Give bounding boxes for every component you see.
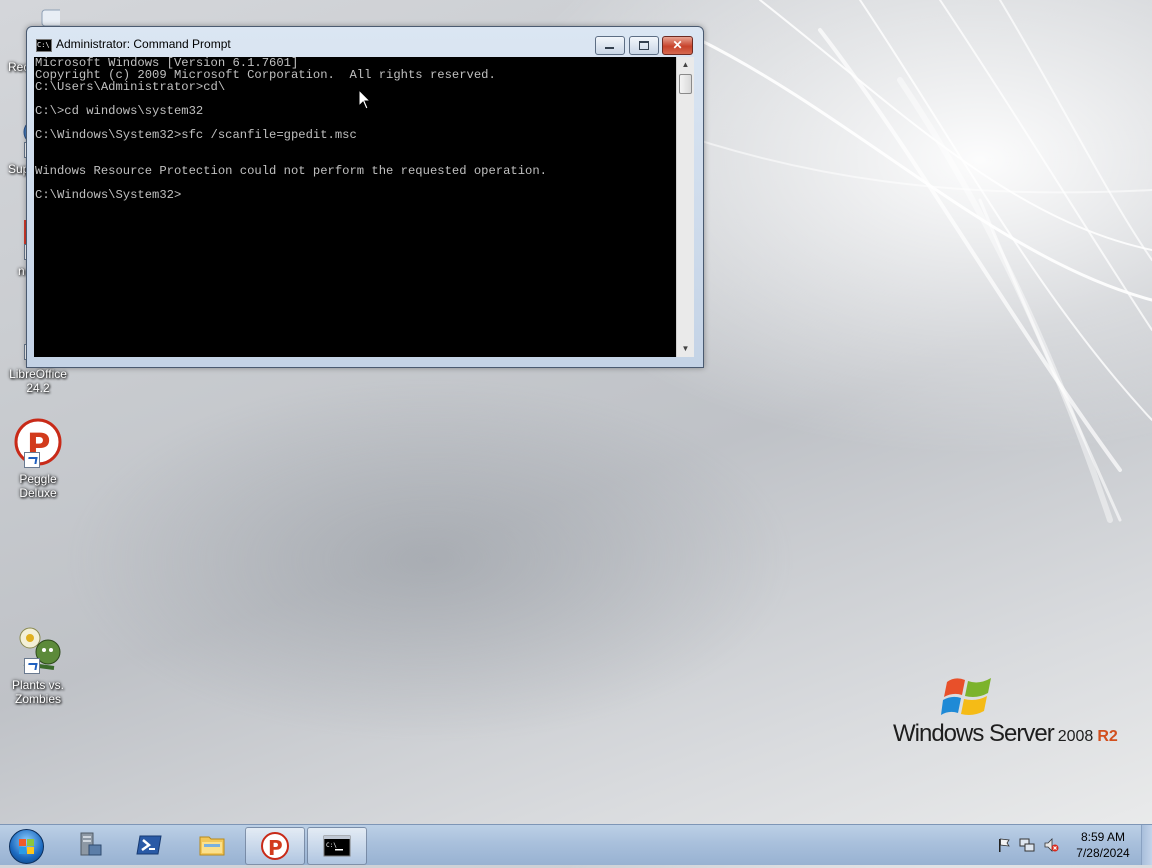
windows-server-wordmark: Windows Server 2008 R2 [893,720,1118,748]
windows-orb-icon [9,829,44,864]
minimize-button[interactable] [595,36,625,55]
desktop-icon-label: Plants vs. Zombies [6,678,70,706]
folder-icon [199,836,225,856]
server-manager-icon [80,832,102,856]
command-prompt-icon: C:\ [36,39,52,52]
brand-edition: R2 [1097,728,1118,745]
label-line-1: LibreOffice [9,367,67,381]
cmd-icon-glyph: C:\ [37,41,50,49]
clock-time: 8:59 AM [1080,830,1126,844]
taskbar-windows-explorer[interactable] [183,827,241,863]
peggle-icon: P [14,418,62,468]
close-icon: ✕ [672,38,683,52]
label-line-2: Zombies [14,692,61,706]
volume-muted-icon[interactable] [1043,837,1059,853]
show-desktop-button[interactable] [1141,825,1152,865]
label-line-1: Peggle [19,472,57,486]
windows-flag-icon [941,678,991,715]
scroll-down-arrow-icon[interactable]: ▼ [677,341,694,357]
flag-icon[interactable] [996,837,1012,853]
start-button[interactable] [4,826,48,864]
notification-area: 8:59 AM 7/28/2024 [988,825,1152,865]
window-titlebar[interactable]: C:\ Administrator: Command Prompt ✕ [27,27,703,57]
command-prompt-icon: C:\ [323,835,351,857]
label-line-2: Deluxe [19,486,57,500]
scroll-thumb[interactable] [679,74,692,94]
taskbar-peggle-deluxe[interactable]: P [245,827,305,865]
taskbar-server-manager[interactable] [60,827,118,863]
vertical-scrollbar[interactable]: ▲ ▼ [676,57,694,357]
close-button[interactable]: ✕ [662,36,693,55]
brand-name: Windows Server [893,720,1055,747]
clock-date: 7/28/2024 [1076,846,1130,860]
desktop-icon-peggle-deluxe[interactable]: P Peggle Deluxe [6,418,70,500]
console-output[interactable]: Microsoft Windows [Version 6.1.7601] Cop… [34,57,676,357]
svg-text:P: P [268,836,283,860]
scroll-up-arrow-icon[interactable]: ▲ [677,57,694,73]
brand-version: 2008 [1057,728,1094,745]
taskbar-powershell[interactable] [120,827,178,863]
system-clock[interactable]: 8:59 AM 7/28/2024 [1070,829,1136,861]
window-title: Administrator: Command Prompt [56,37,231,51]
taskbar-command-prompt[interactable]: C:\ [307,827,367,865]
desktop-icon-label: LibreOffice 24.2 [6,367,70,395]
plants-vs-zombies-icon [16,624,61,674]
desktop-icon-label: Peggle Deluxe [6,472,70,500]
peggle-icon: P [261,832,289,860]
console-text: Microsoft Windows [Version 6.1.7601] Cop… [35,57,547,202]
svg-text:C:\: C:\ [326,842,337,849]
taskbar: P C:\ 8:59 AM 7/28/2024 [0,824,1152,865]
powershell-icon [136,835,162,855]
network-icon[interactable] [1019,837,1035,853]
label-line-1: Plants vs. [11,678,65,692]
maximize-button[interactable] [629,36,659,55]
command-prompt-window[interactable]: C:\ Administrator: Command Prompt ✕ Micr… [26,26,704,368]
shortcut-arrow-icon [24,658,40,674]
desktop-icon-plants-vs-zombies[interactable]: Plants vs. Zombies [6,624,70,706]
desktop-icon-label: n [18,264,25,278]
label-line-2: 24.2 [26,381,50,395]
windows-server-logo: Windows Server 2008 R2 [893,674,1133,754]
shortcut-arrow-icon [24,452,40,468]
